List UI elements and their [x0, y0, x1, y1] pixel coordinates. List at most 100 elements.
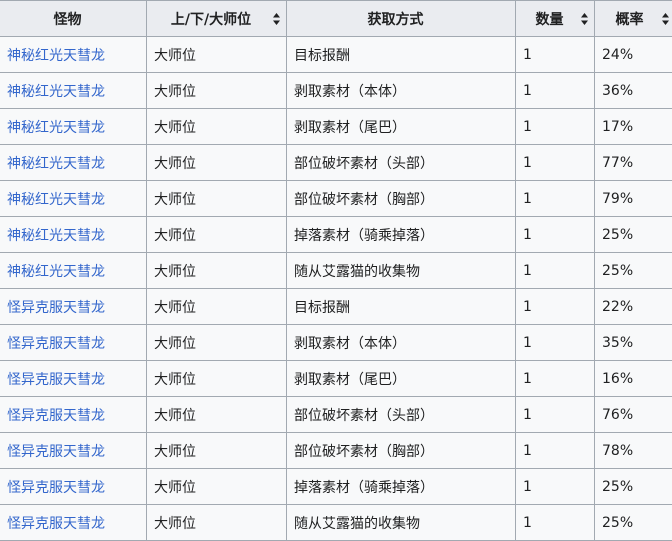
sort-icon[interactable]	[581, 13, 588, 25]
table-row: 神秘红光天彗龙 大师位 部位破坏素材（头部） 1 77%	[0, 145, 672, 181]
method-cell: 剥取素材（尾巴）	[287, 109, 516, 145]
rate-cell: 36%	[595, 73, 672, 109]
method-cell: 目标报酬	[287, 289, 516, 325]
quantity-cell: 1	[516, 145, 595, 181]
table-row: 怪异克服天彗龙 大师位 目标报酬 1 22%	[0, 289, 672, 325]
rank-cell: 大师位	[147, 217, 287, 253]
table-row: 神秘红光天彗龙 大师位 掉落素材（骑乘掉落） 1 25%	[0, 217, 672, 253]
monster-cell: 怪异克服天彗龙	[0, 505, 147, 541]
col-header-quantity[interactable]: 数量	[516, 1, 595, 37]
monster-cell: 神秘红光天彗龙	[0, 37, 147, 73]
quantity-cell: 1	[516, 505, 595, 541]
monster-link[interactable]: 神秘红光天彗龙	[7, 264, 105, 280]
rank-cell: 大师位	[147, 361, 287, 397]
rate-cell: 24%	[595, 37, 672, 73]
rank-cell: 大师位	[147, 253, 287, 289]
quantity-cell: 1	[516, 181, 595, 217]
rate-cell: 16%	[595, 361, 672, 397]
table-row: 怪异克服天彗龙 大师位 随从艾露猫的收集物 1 25%	[0, 505, 672, 541]
col-header-rank[interactable]: 上/下/大师位	[147, 1, 287, 37]
monster-link[interactable]: 神秘红光天彗龙	[7, 192, 105, 208]
quantity-cell: 1	[516, 469, 595, 505]
quantity-cell: 1	[516, 217, 595, 253]
method-cell: 掉落素材（骑乘掉落）	[287, 469, 516, 505]
rate-cell: 79%	[595, 181, 672, 217]
rate-cell: 76%	[595, 397, 672, 433]
monster-link[interactable]: 怪异克服天彗龙	[7, 408, 105, 424]
table-row: 神秘红光天彗龙 大师位 目标报酬 1 24%	[0, 37, 672, 73]
monster-cell: 神秘红光天彗龙	[0, 109, 147, 145]
method-cell: 部位破坏素材（头部）	[287, 397, 516, 433]
rank-cell: 大师位	[147, 181, 287, 217]
quantity-cell: 1	[516, 289, 595, 325]
table-row: 怪异克服天彗龙 大师位 部位破坏素材（胸部） 1 78%	[0, 433, 672, 469]
rank-cell: 大师位	[147, 37, 287, 73]
monster-cell: 怪异克服天彗龙	[0, 325, 147, 361]
monster-link[interactable]: 神秘红光天彗龙	[7, 48, 105, 64]
quantity-cell: 1	[516, 109, 595, 145]
rate-cell: 77%	[595, 145, 672, 181]
quantity-cell: 1	[516, 433, 595, 469]
rank-cell: 大师位	[147, 109, 287, 145]
table-row: 怪异克服天彗龙 大师位 掉落素材（骑乘掉落） 1 25%	[0, 469, 672, 505]
col-header-rate-label: 概率	[616, 12, 644, 28]
monster-link[interactable]: 怪异克服天彗龙	[7, 336, 105, 352]
monster-link[interactable]: 怪异克服天彗龙	[7, 444, 105, 460]
col-header-quantity-label: 数量	[536, 12, 564, 28]
table-row: 怪异克服天彗龙 大师位 剥取素材（尾巴） 1 16%	[0, 361, 672, 397]
monster-link[interactable]: 神秘红光天彗龙	[7, 156, 105, 172]
monster-link[interactable]: 怪异克服天彗龙	[7, 480, 105, 496]
method-cell: 掉落素材（骑乘掉落）	[287, 217, 516, 253]
col-header-method-label: 获取方式	[368, 12, 424, 28]
monster-cell: 神秘红光天彗龙	[0, 181, 147, 217]
monster-link[interactable]: 神秘红光天彗龙	[7, 84, 105, 100]
table-row: 怪异克服天彗龙 大师位 剥取素材（本体） 1 35%	[0, 325, 672, 361]
rate-cell: 17%	[595, 109, 672, 145]
rate-cell: 25%	[595, 505, 672, 541]
monster-cell: 神秘红光天彗龙	[0, 253, 147, 289]
monster-cell: 怪异克服天彗龙	[0, 397, 147, 433]
drop-table: 怪物 上/下/大师位 获取方式 数量 概率	[0, 0, 672, 541]
method-cell: 随从艾露猫的收集物	[287, 505, 516, 541]
method-cell: 部位破坏素材（头部）	[287, 145, 516, 181]
method-cell: 目标报酬	[287, 37, 516, 73]
sort-icon[interactable]	[273, 13, 280, 25]
table-row: 神秘红光天彗龙 大师位 剥取素材（本体） 1 36%	[0, 73, 672, 109]
method-cell: 剥取素材（尾巴）	[287, 361, 516, 397]
monster-cell: 怪异克服天彗龙	[0, 469, 147, 505]
rank-cell: 大师位	[147, 73, 287, 109]
table-row: 怪异克服天彗龙 大师位 部位破坏素材（头部） 1 76%	[0, 397, 672, 433]
rank-cell: 大师位	[147, 433, 287, 469]
rank-cell: 大师位	[147, 505, 287, 541]
rank-cell: 大师位	[147, 325, 287, 361]
quantity-cell: 1	[516, 361, 595, 397]
quantity-cell: 1	[516, 253, 595, 289]
monster-link[interactable]: 神秘红光天彗龙	[7, 228, 105, 244]
quantity-cell: 1	[516, 37, 595, 73]
rate-cell: 25%	[595, 253, 672, 289]
table-row: 神秘红光天彗龙 大师位 剥取素材（尾巴） 1 17%	[0, 109, 672, 145]
table-row: 神秘红光天彗龙 大师位 随从艾露猫的收集物 1 25%	[0, 253, 672, 289]
monster-link[interactable]: 神秘红光天彗龙	[7, 120, 105, 136]
col-header-rank-label: 上/下/大师位	[171, 12, 251, 28]
col-header-rate[interactable]: 概率	[595, 1, 672, 37]
rate-cell: 25%	[595, 469, 672, 505]
monster-cell: 神秘红光天彗龙	[0, 217, 147, 253]
monster-link[interactable]: 怪异克服天彗龙	[7, 300, 105, 316]
rank-cell: 大师位	[147, 469, 287, 505]
rate-cell: 25%	[595, 217, 672, 253]
rank-cell: 大师位	[147, 289, 287, 325]
method-cell: 剥取素材（本体）	[287, 325, 516, 361]
sort-icon[interactable]	[662, 13, 669, 25]
rate-cell: 22%	[595, 289, 672, 325]
method-cell: 剥取素材（本体）	[287, 73, 516, 109]
monster-cell: 神秘红光天彗龙	[0, 145, 147, 181]
monster-link[interactable]: 怪异克服天彗龙	[7, 516, 105, 532]
rate-cell: 35%	[595, 325, 672, 361]
monster-link[interactable]: 怪异克服天彗龙	[7, 372, 105, 388]
method-cell: 部位破坏素材（胸部）	[287, 433, 516, 469]
header-row: 怪物 上/下/大师位 获取方式 数量 概率	[0, 1, 672, 37]
col-header-method: 获取方式	[287, 1, 516, 37]
rate-cell: 78%	[595, 433, 672, 469]
quantity-cell: 1	[516, 73, 595, 109]
